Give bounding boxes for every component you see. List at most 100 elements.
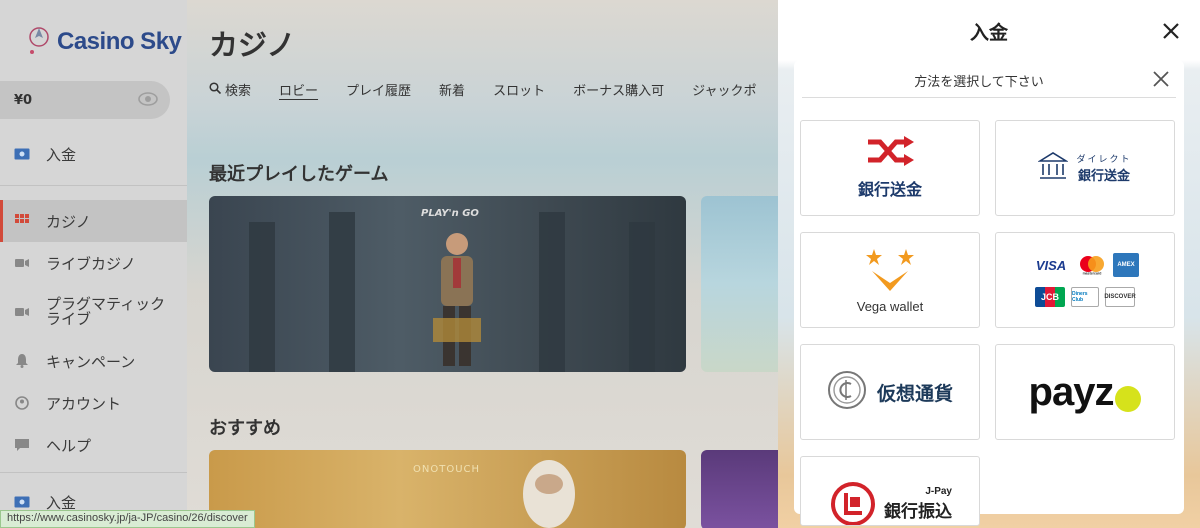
shuffle-icon bbox=[866, 136, 914, 170]
search-icon bbox=[209, 81, 222, 98]
scene-pillar bbox=[249, 222, 275, 372]
method-direct-bank[interactable]: ダイレクト 銀行送金 bbox=[995, 120, 1175, 216]
scene-pillar bbox=[539, 212, 565, 372]
tab-label: ボーナス購入可 bbox=[573, 84, 665, 99]
method-bank-transfer[interactable]: 銀行送金 bbox=[800, 120, 980, 216]
tab-label: ロビー bbox=[279, 84, 319, 99]
game-provider-logo: PLAY'n GO bbox=[421, 208, 479, 219]
game-provider-logo: ONOTOUCH bbox=[413, 464, 481, 475]
close-method-button[interactable] bbox=[1152, 70, 1170, 88]
balance-amount: ¥0 bbox=[14, 92, 33, 108]
tab-search[interactable]: 検索 bbox=[209, 80, 251, 99]
divider bbox=[0, 472, 187, 473]
method-label: 仮想通貨 bbox=[876, 382, 953, 405]
method-small-label: J-Pay bbox=[925, 486, 952, 497]
account-icon bbox=[14, 395, 30, 411]
deposit-icon bbox=[14, 494, 30, 510]
brand-name: Casino Sky bbox=[57, 28, 182, 55]
scene-pillar bbox=[329, 212, 355, 372]
close-panel-button[interactable] bbox=[1160, 20, 1182, 42]
visa-logo: VISA bbox=[1035, 257, 1067, 273]
tab-lobby[interactable]: ロビー bbox=[279, 80, 318, 99]
panel-title: 入金 bbox=[969, 22, 1008, 44]
card-logos-row: VISA mastercard AMEX bbox=[1031, 253, 1139, 277]
payz-dot-icon bbox=[1115, 386, 1142, 412]
sidebar-nav: 入金 カジノ ライブカジノ プラグマティック ライブ キャンペーン アカウント … bbox=[0, 133, 187, 523]
sidebar: Casino Sky ¥0 入金 カジノ ライブカジノ プラグマティック ライブ… bbox=[0, 0, 187, 528]
mastercard-text: mastercard bbox=[1083, 272, 1102, 276]
camera-icon bbox=[14, 304, 30, 320]
main-content: カジノ 検索 ロビー プレイ履歴 新着 スロット ボーナス購入可 ジャックポ 最… bbox=[187, 0, 778, 528]
sidebar-item-label: ライブカジノ bbox=[46, 254, 136, 273]
method-jpay[interactable]: J-Pay 銀行振込 bbox=[800, 456, 980, 526]
jcb-logo: JCB bbox=[1035, 287, 1065, 307]
sidebar-item-label: キャンペーン bbox=[46, 352, 136, 371]
method-crypto[interactable]: 仮想通貨 bbox=[800, 344, 980, 440]
category-tabs: 検索 ロビー プレイ履歴 新着 スロット ボーナス購入可 ジャックポ bbox=[209, 80, 756, 99]
game-card[interactable] bbox=[701, 196, 778, 372]
card-logos-row: JCB Diners Club DISCOVER bbox=[1035, 287, 1136, 307]
scene-pillar bbox=[629, 222, 655, 372]
tab-label: 検索 bbox=[225, 84, 252, 99]
tab-play-history[interactable]: プレイ履歴 bbox=[346, 80, 411, 99]
bell-icon bbox=[14, 353, 30, 369]
bank-icon bbox=[1037, 151, 1070, 185]
recommended-title: おすすめ bbox=[209, 418, 281, 439]
game-character-image bbox=[429, 226, 485, 372]
game-card[interactable]: ONOTOUCH bbox=[209, 450, 686, 528]
close-icon bbox=[1153, 71, 1169, 87]
method-label: Vega wallet bbox=[856, 298, 924, 314]
mastercard-logo: mastercard bbox=[1077, 255, 1107, 275]
divider bbox=[802, 97, 1176, 98]
method-label: 銀行送金 bbox=[1077, 169, 1130, 184]
camera-icon bbox=[14, 255, 30, 271]
deposit-icon bbox=[14, 146, 30, 162]
balance-bar: ¥0 bbox=[0, 81, 170, 119]
discover-logo: DISCOVER bbox=[1104, 287, 1136, 307]
tab-slots[interactable]: スロット bbox=[493, 80, 545, 99]
game-card[interactable]: PLAY'n GO bbox=[209, 196, 686, 372]
tab-bonus-buy[interactable]: ボーナス購入可 bbox=[573, 80, 664, 99]
method-payz[interactable]: payz bbox=[995, 344, 1175, 440]
page-title: カジノ bbox=[209, 28, 296, 62]
game-character-image bbox=[509, 454, 589, 528]
game-card[interactable] bbox=[701, 450, 778, 528]
vega-stars-icon bbox=[862, 247, 918, 297]
sidebar-item-label: アカウント bbox=[46, 394, 122, 413]
sidebar-item-account[interactable]: アカウント bbox=[0, 382, 187, 424]
sidebar-item-label: プラグマティック ライブ bbox=[46, 295, 166, 328]
chat-icon bbox=[14, 437, 30, 453]
payment-method-card: 方法を選択して下さい 銀行送金 ダイレクト 銀行送金 Vega wallet V… bbox=[794, 60, 1184, 526]
method-label: 銀行送金 bbox=[857, 180, 922, 199]
tab-label: ジャックポ bbox=[692, 84, 757, 99]
diners-club-logo: Diners Club bbox=[1071, 287, 1099, 307]
jpay-icon bbox=[828, 479, 878, 525]
tab-label: スロット bbox=[493, 84, 546, 99]
method-select-title: 方法を選択して下さい bbox=[914, 75, 1044, 90]
sidebar-item-help[interactable]: ヘルプ bbox=[0, 424, 187, 466]
sidebar-item-live-casino[interactable]: ライブカジノ bbox=[0, 242, 187, 284]
method-vega-wallet[interactable]: Vega wallet bbox=[800, 232, 980, 328]
brand-logo[interactable]: Casino Sky bbox=[25, 22, 182, 62]
crypto-coin-icon bbox=[827, 370, 867, 414]
tab-jackpot[interactable]: ジャックポ bbox=[692, 80, 756, 99]
sidebar-item-campaign[interactable]: キャンペーン bbox=[0, 340, 187, 382]
browser-status-url: https://www.casinosky.jp/ja-JP/casino/26… bbox=[0, 510, 255, 528]
tab-new[interactable]: 新着 bbox=[439, 80, 465, 99]
sidebar-item-label: ヘルプ bbox=[46, 436, 92, 455]
tab-label: 新着 bbox=[439, 84, 466, 99]
method-credit-cards[interactable]: VISA mastercard AMEX JCB Diners Club DIS… bbox=[995, 232, 1175, 328]
amex-logo: AMEX bbox=[1113, 253, 1139, 277]
recent-games-title: 最近プレイしたゲーム bbox=[209, 164, 389, 185]
method-label: payz bbox=[1028, 369, 1115, 414]
eye-icon[interactable] bbox=[138, 91, 158, 110]
sidebar-item-deposit[interactable]: 入金 bbox=[0, 133, 187, 175]
sidebar-item-label: 入金 bbox=[46, 145, 77, 164]
sidebar-item-casino[interactable]: カジノ bbox=[0, 200, 187, 242]
tab-label: プレイ履歴 bbox=[346, 84, 412, 99]
sidebar-item-label: カジノ bbox=[46, 212, 91, 231]
divider bbox=[0, 185, 187, 186]
method-label: 銀行振込 bbox=[884, 502, 952, 522]
sidebar-item-pragmatic-live[interactable]: プラグマティック ライブ bbox=[0, 284, 187, 340]
deposit-panel: 入金 方法を選択して下さい 銀行送金 ダイレクト 銀行送金 Vega walle… bbox=[778, 0, 1200, 528]
